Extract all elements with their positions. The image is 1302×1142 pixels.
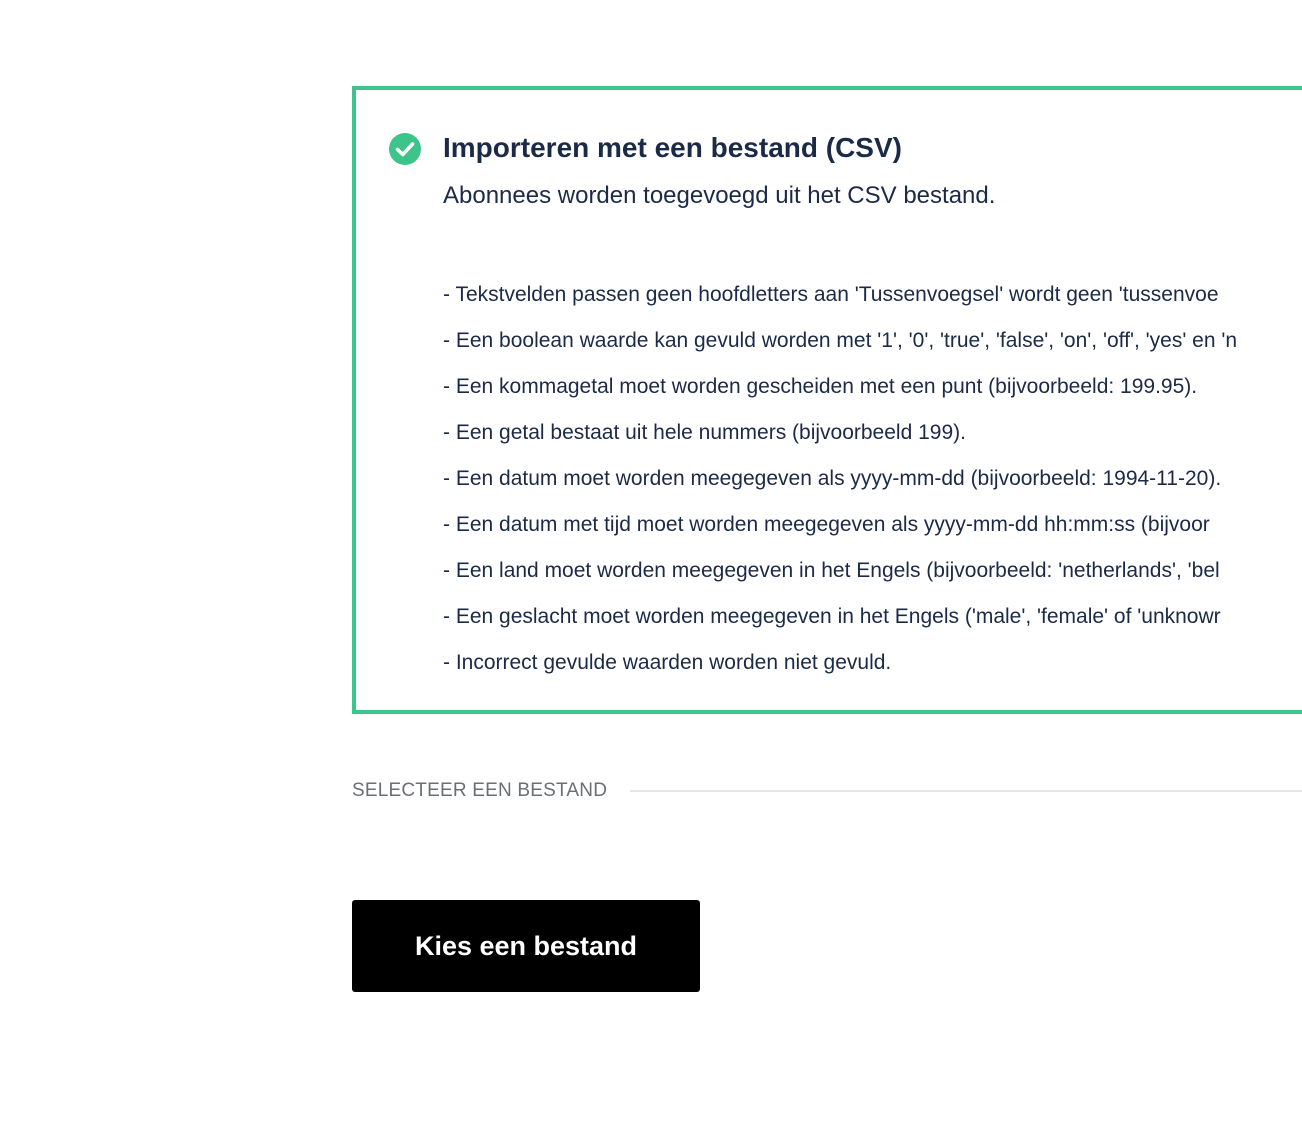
rule-boolean: - Een boolean waarde kan gevuld worden m… <box>443 329 1238 352</box>
section-divider <box>630 790 1302 792</box>
csv-import-notice: Importeren met een bestand (CSV) Abonnee… <box>352 86 1302 714</box>
rule-date: - Een datum moet worden meegegeven als y… <box>443 467 1222 490</box>
page: Importeren met een bestand (CSV) Abonnee… <box>0 0 1302 1142</box>
rule-gender: - Een geslacht moet worden meegegeven in… <box>443 605 1221 628</box>
csv-rules-list: - Tekstvelden passen geen hoofdletters a… <box>443 272 1237 686</box>
rule-text-fields: - Tekstvelden passen geen hoofdletters a… <box>443 283 1219 306</box>
check-circle-icon <box>389 133 421 165</box>
notice-subtitle: Abonnees worden toegevoegd uit het CSV b… <box>443 182 996 209</box>
notice-title: Importeren met een bestand (CSV) <box>443 132 902 163</box>
rule-integer: - Een getal bestaat uit hele nummers (bi… <box>443 421 966 444</box>
choose-file-button[interactable]: Kies een bestand <box>352 900 700 992</box>
rule-datetime: - Een datum met tijd moet worden meegege… <box>443 513 1210 536</box>
rule-country: - Een land moet worden meegegeven in het… <box>443 559 1220 582</box>
rule-decimal: - Een kommagetal moet worden gescheiden … <box>443 375 1198 398</box>
rule-incorrect-values: - Incorrect gevulde waarden worden niet … <box>443 651 892 674</box>
select-file-section-label: SELECTEER EEN BESTAND <box>352 780 608 801</box>
